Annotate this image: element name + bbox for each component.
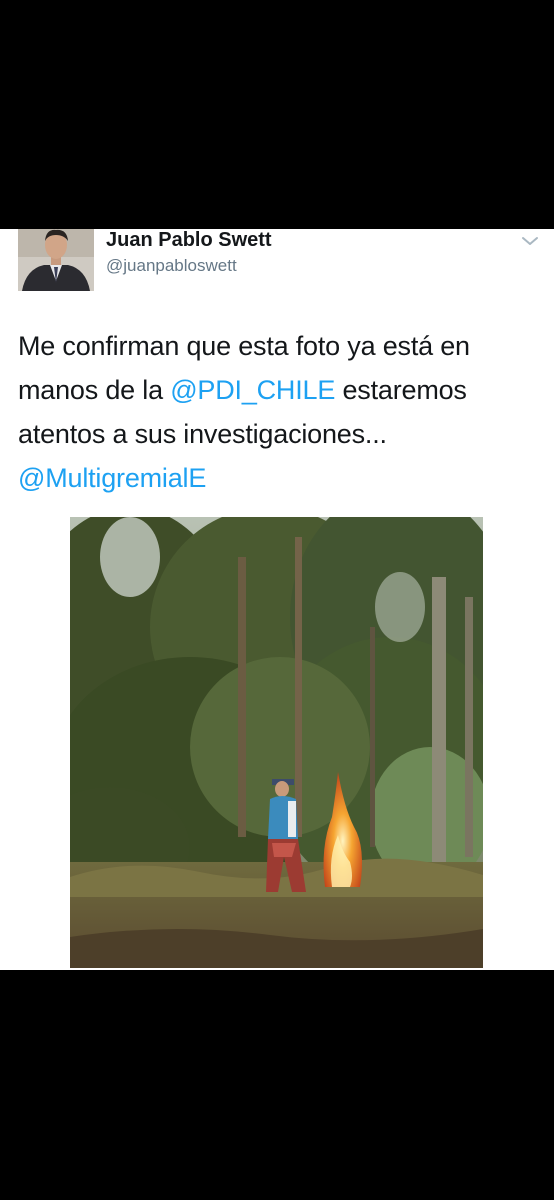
top-black-bar — [0, 0, 554, 229]
bottom-black-bar — [0, 970, 554, 1200]
tweet-photo[interactable] — [70, 517, 483, 968]
mention-multigremiale[interactable]: @MultigremialE — [18, 463, 206, 493]
tweet-photo-image — [70, 517, 483, 968]
mention-pdi-chile[interactable]: @PDI_CHILE — [170, 375, 335, 405]
author-name[interactable]: Juan Pablo Swett — [106, 229, 272, 252]
chevron-down-icon[interactable] — [519, 233, 541, 249]
avatar-image — [18, 229, 94, 291]
author-handle[interactable]: @juanpabloswett — [106, 256, 237, 276]
avatar[interactable] — [18, 229, 94, 291]
tweet-text: Me confirman que esta foto ya está en ma… — [18, 324, 538, 500]
tweet-card: Juan Pablo Swett @juanpabloswett Me conf… — [0, 229, 554, 970]
